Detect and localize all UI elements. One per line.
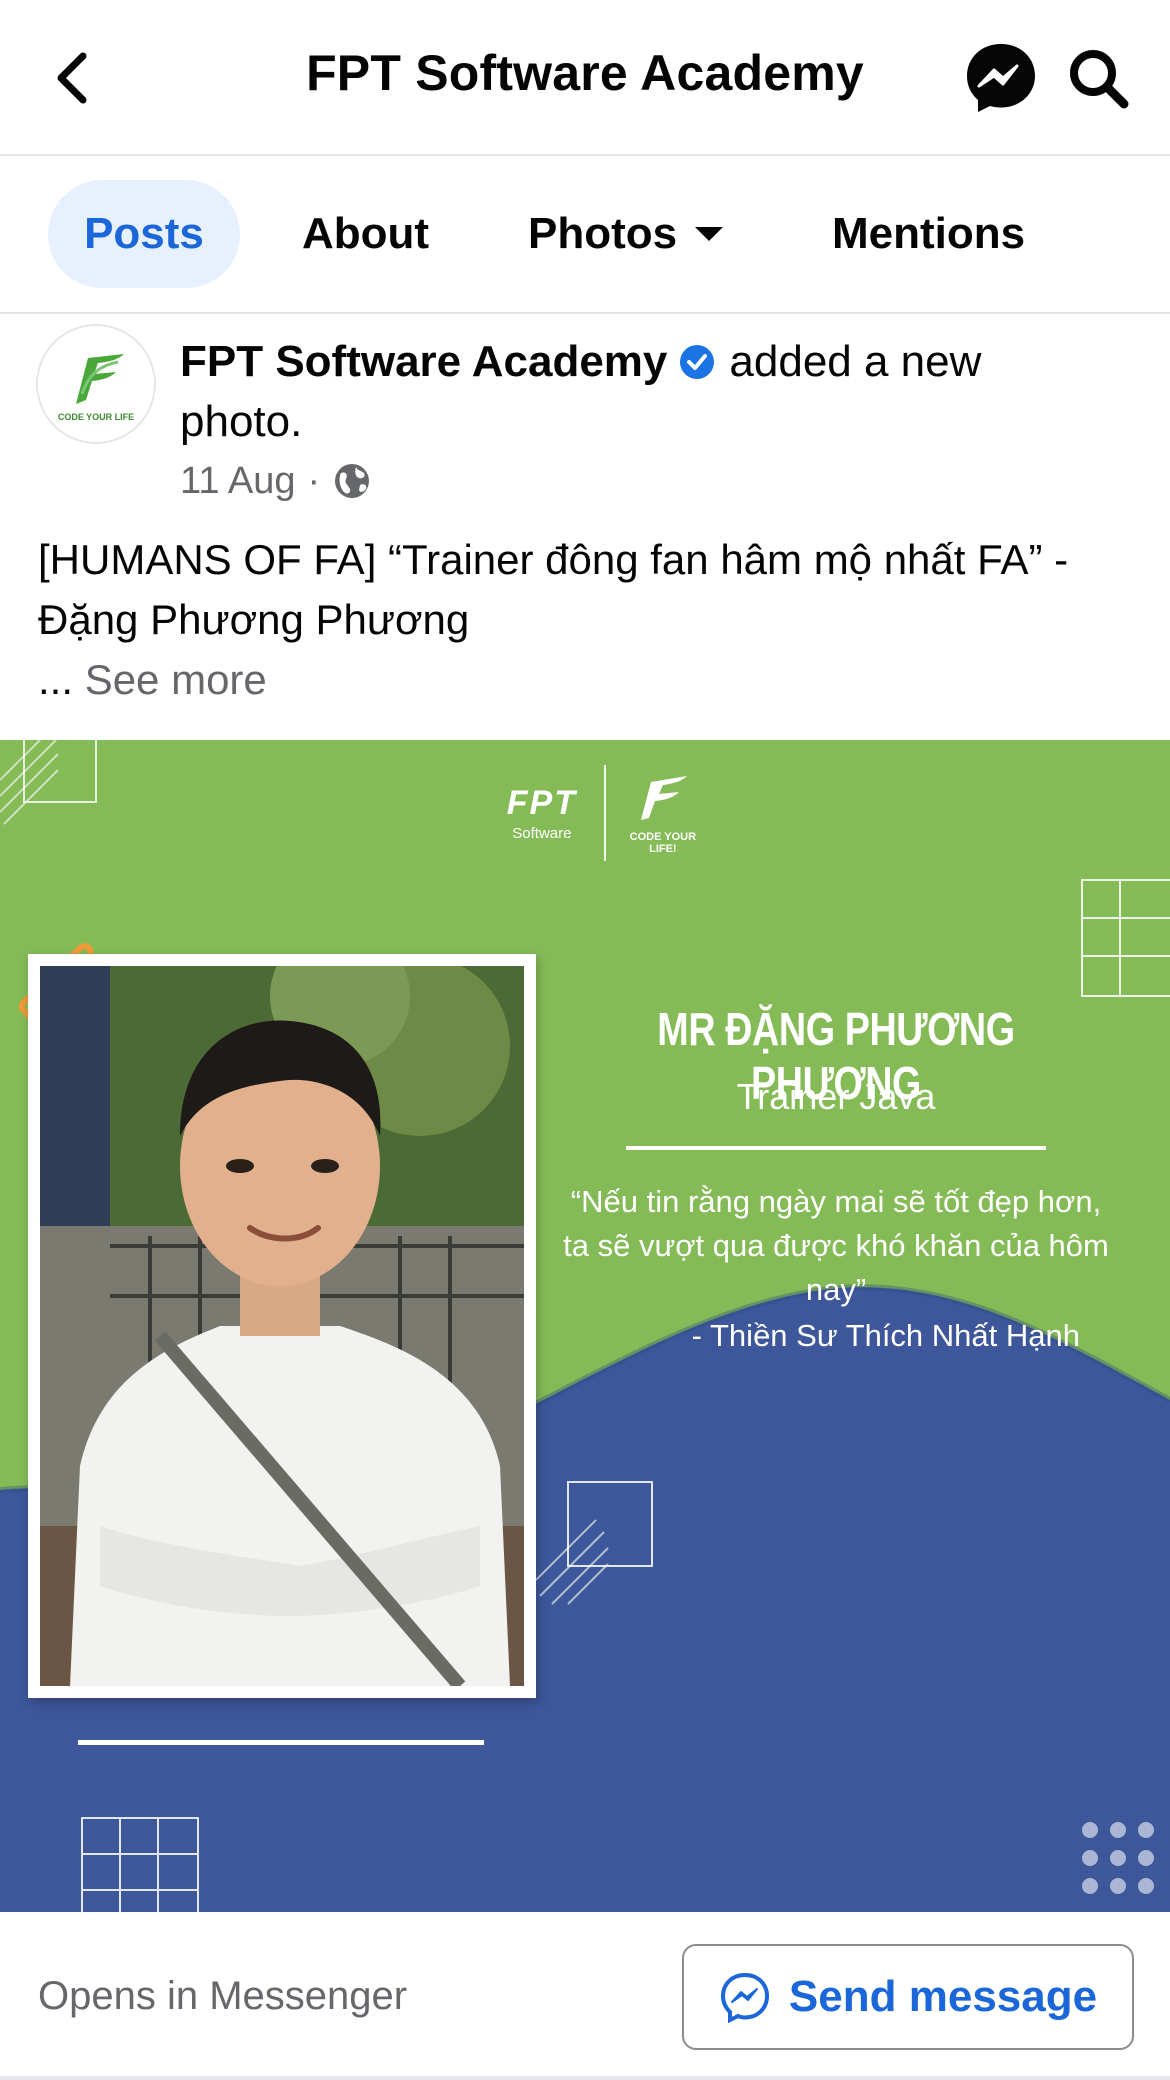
page-avatar[interactable]: CODE YOUR LIFE (36, 324, 156, 444)
fpt-logo-sub: Software (512, 825, 572, 842)
footer-divider (0, 2076, 1170, 2080)
fpt-logo-group: FPT Software CODE YOUR LIFE! (490, 758, 710, 868)
tab-photos[interactable]: Photos (528, 180, 724, 288)
trainer-portrait (40, 966, 524, 1686)
send-message-button[interactable]: Send message (682, 1944, 1134, 2050)
meta-separator: · (307, 459, 321, 502)
messenger-icon (967, 44, 1035, 112)
fpt-software-logo: FPT Software (490, 784, 594, 842)
fpt-logo-text: FPT (506, 784, 577, 822)
search-icon (1070, 50, 1129, 109)
messenger-button[interactable] (963, 40, 1039, 116)
avatar-caption: CODE YOUR LIFE (58, 412, 134, 422)
trainer-quote: “Nếu tin rằng ngày mai sẽ tốt đẹp hơn, t… (563, 1184, 1109, 1307)
post-date[interactable]: 11 Aug (180, 460, 296, 503)
globe-icon (335, 464, 370, 498)
page-tabs: Posts About Photos Mentions (0, 158, 1170, 314)
post-header-text: FPT Software Academy added a new photo. (180, 332, 1080, 452)
name-divider (626, 1146, 1046, 1150)
send-message-label: Send message (788, 1972, 1098, 2021)
post-page-name[interactable]: FPT Software Academy (180, 337, 667, 386)
top-bar: FPT Software Academy (0, 0, 1170, 156)
see-more-line: ... See more (38, 652, 267, 708)
ellipsis: ... (38, 656, 74, 703)
logo-divider (603, 765, 606, 861)
trainer-role: Trainer Java (736, 1076, 936, 1117)
messenger-outline-icon (720, 1972, 769, 2023)
fa-logo-sub: CODE YOUR LIFE! (629, 830, 697, 855)
tab-posts[interactable]: Posts (48, 180, 240, 288)
see-more-link[interactable]: See more (85, 656, 267, 703)
fa-logo: CODE YOUR LIFE! (616, 772, 710, 855)
fa-logo-icon: CODE YOUR LIFE (58, 354, 134, 422)
verified-badge-icon (680, 345, 715, 379)
post-photo[interactable]: FPT Software CODE YOUR LIFE! MR ĐẶNG PHƯ… (0, 740, 1170, 1912)
messenger-footer: Opens in Messenger Send message (0, 1912, 1170, 2080)
trainer-photo-frame (28, 954, 536, 1698)
caret-down-icon (695, 227, 724, 241)
post-body-text: [HUMANS OF FA] “Trainer đông fan hâm mộ … (38, 536, 1069, 643)
post-meta: 11 Aug · (180, 456, 372, 506)
trainer-photo (40, 966, 524, 1686)
photo-underline (78, 1740, 484, 1745)
quote-author: - Thiền Sư Thích Nhất Hạnh (691, 1318, 1080, 1353)
tab-about[interactable]: About (302, 180, 429, 288)
fa-logo-mark-icon (640, 775, 687, 820)
tab-photos-label: Photos (528, 209, 678, 258)
search-button[interactable] (1064, 44, 1134, 114)
tab-mentions[interactable]: Mentions (832, 180, 1025, 288)
opens-in-messenger-text: Opens in Messenger (38, 1974, 408, 2018)
